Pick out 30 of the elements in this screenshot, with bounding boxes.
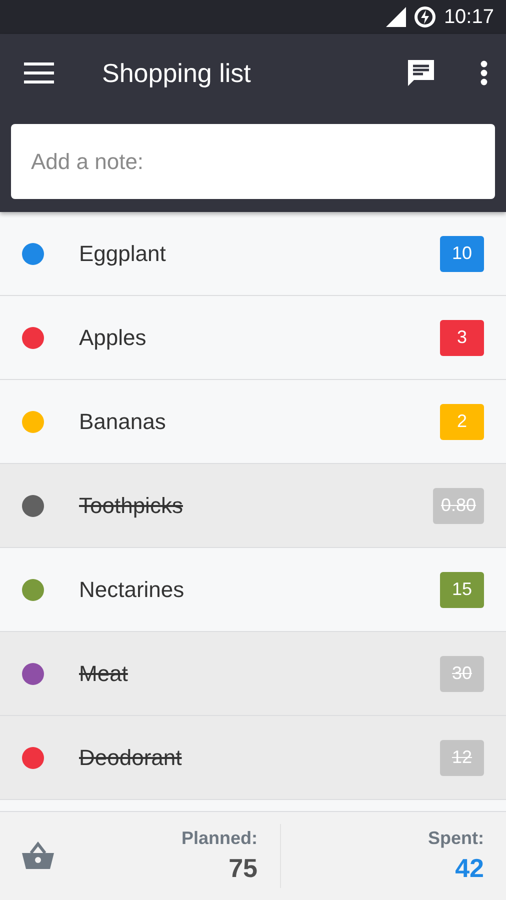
item-name: Eggplant: [79, 240, 167, 266]
amount-badge: 2: [440, 404, 484, 440]
item-name: Apples: [79, 324, 148, 350]
battery-charging-icon: [414, 6, 436, 28]
spent-label: Spent:: [428, 828, 484, 849]
item-name: Toothpicks: [79, 492, 184, 518]
amount-badge: 10: [440, 236, 484, 272]
item-name: Deodorant: [79, 744, 183, 770]
item-name: Bananas: [79, 408, 167, 434]
planned-value: 75: [228, 853, 258, 884]
more-options-icon[interactable]: [480, 60, 488, 86]
list-item[interactable]: Deodorant 12: [0, 716, 506, 800]
spent-value: 42: [455, 853, 484, 884]
message-icon[interactable]: [406, 58, 436, 88]
signal-icon: [386, 7, 406, 27]
amount-badge: 30: [440, 656, 484, 692]
amount-badge: 0.80: [432, 488, 484, 524]
menu-icon[interactable]: [24, 62, 54, 84]
amount-badge: 3: [440, 320, 484, 356]
toolbar-title: Shopping list: [102, 58, 252, 88]
amount-badge: 12: [440, 740, 484, 776]
list-item[interactable]: Toothpicks 0.80: [0, 464, 506, 548]
amount-badge: 15: [440, 572, 484, 608]
item-name: Meat: [79, 660, 129, 686]
list-item[interactable]: Meat 30: [0, 632, 506, 716]
item-name: Nectarines: [79, 576, 186, 602]
planned-label: Planned:: [181, 828, 258, 849]
status-time: 10:17: [444, 6, 494, 28]
basket-icon: [22, 841, 54, 871]
note-input-field[interactable]: Add a note:: [11, 124, 495, 199]
